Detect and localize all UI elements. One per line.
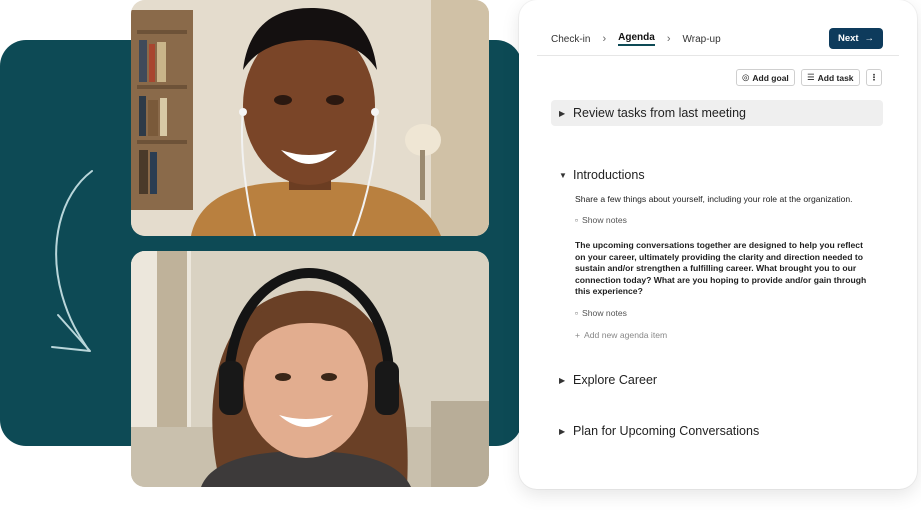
next-button[interactable]: Next → xyxy=(829,28,883,49)
participant-video-2 xyxy=(131,251,489,487)
participant-video-1 xyxy=(131,0,489,236)
show-notes-label: Show notes xyxy=(582,215,627,225)
section-title: Introductions xyxy=(573,168,645,182)
target-icon: ◎ xyxy=(742,72,750,82)
chevron-right-icon: › xyxy=(602,33,607,45)
curved-arrow-icon xyxy=(51,170,93,352)
agenda-section-explore-career[interactable]: ▶ Explore Career xyxy=(551,367,883,393)
section-title: Explore Career xyxy=(573,373,658,387)
participant-2-image xyxy=(131,251,489,487)
add-agenda-item-label: Add new agenda item xyxy=(584,330,668,340)
caret-right-icon: ▶ xyxy=(559,426,566,436)
kebab-menu-icon: ⋮ xyxy=(869,72,879,82)
agenda-item-text: Share a few things about yourself, inclu… xyxy=(575,194,853,204)
caret-down-icon: ▼ xyxy=(559,170,567,180)
show-notes-link[interactable]: ▫ Show notes xyxy=(575,215,627,225)
agenda-section-plan-upcoming[interactable]: ▶ Plan for Upcoming Conversations xyxy=(551,418,883,444)
section-title: Plan for Upcoming Conversations xyxy=(573,424,760,438)
agenda-item-text: The upcoming conversations together are … xyxy=(575,240,867,297)
agenda-panel: Check-in › Agenda › Wrap-up Next → ◎ Add… xyxy=(519,0,917,489)
next-button-label: Next xyxy=(837,33,859,44)
breadcrumb-step-check-in[interactable]: Check-in xyxy=(551,34,590,45)
participant-1-image xyxy=(131,0,489,236)
show-notes-label: Show notes xyxy=(582,308,627,318)
note-icon: ▫ xyxy=(575,215,579,225)
note-icon: ▫ xyxy=(575,308,579,318)
chevron-right-icon: › xyxy=(666,33,671,45)
checklist-icon: ☰ xyxy=(807,72,815,82)
add-task-button[interactable]: ☰ Add task xyxy=(801,69,860,86)
breadcrumb-step-agenda[interactable]: Agenda xyxy=(618,32,655,46)
header-divider xyxy=(537,55,899,56)
caret-right-icon: ▶ xyxy=(559,108,566,118)
agenda-section-review-tasks[interactable]: ▶ Review tasks from last meeting xyxy=(551,100,883,126)
section-title: Review tasks from last meeting xyxy=(573,106,746,120)
show-notes-link[interactable]: ▫ Show notes xyxy=(575,308,627,318)
caret-right-icon: ▶ xyxy=(559,375,566,385)
add-goal-button[interactable]: ◎ Add goal xyxy=(736,69,795,86)
arrow-right-icon: → xyxy=(864,33,875,44)
agenda-section-introductions[interactable]: ▼ Introductions xyxy=(551,162,883,188)
add-goal-label: Add goal xyxy=(752,72,789,83)
more-options-button[interactable]: ⋮ xyxy=(866,69,882,86)
plus-icon: + xyxy=(575,330,581,340)
add-task-label: Add task xyxy=(817,72,854,83)
add-agenda-item-button[interactable]: + Add new agenda item xyxy=(575,330,667,340)
breadcrumb-step-wrap-up[interactable]: Wrap-up xyxy=(682,34,720,45)
breadcrumb: Check-in › Agenda › Wrap-up xyxy=(551,32,721,46)
